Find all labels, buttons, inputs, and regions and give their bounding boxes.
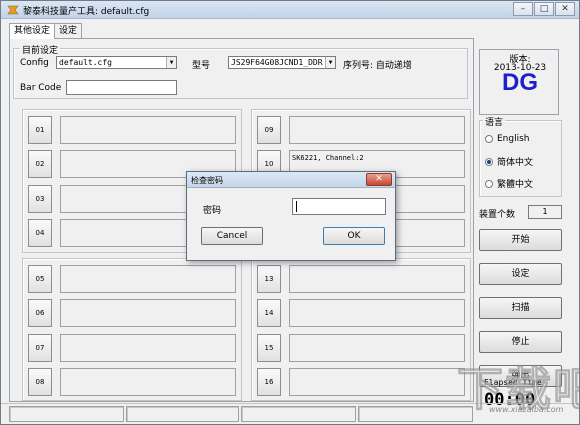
slot-button-09[interactable]: 09	[257, 116, 281, 144]
slot-button-08[interactable]: 08	[28, 368, 52, 396]
slot-status-05	[60, 265, 236, 293]
status-cell-1	[9, 406, 124, 422]
language-legend: 语言	[483, 115, 506, 128]
settings-button[interactable]: 设定	[479, 263, 562, 285]
version-panel: 版本: 2013-10-23 DG	[479, 49, 559, 115]
current-settings-legend: 目前设定	[20, 43, 61, 56]
dg-logo: DG	[502, 69, 538, 96]
model-select[interactable]: JS29F64G08JCND1_DDR ▼	[228, 56, 336, 69]
current-settings-group: 目前设定 Config default.cfg ▼ 型号 JS29F64G08J…	[13, 43, 468, 99]
slot-button-15[interactable]: 15	[257, 334, 281, 362]
ok-button[interactable]: OK	[323, 227, 385, 245]
model-value: JS29F64G08JCND1_DDR	[231, 58, 323, 67]
slot-group-4: 13 14 15 16	[251, 258, 471, 401]
slot-status-01	[60, 116, 236, 144]
maximize-button[interactable]: □	[534, 2, 554, 16]
control-column: 版本: 2013-10-23 DG 语言 English 简体中文 繁體中文 装…	[476, 23, 579, 403]
slot-button-03[interactable]: 03	[28, 185, 52, 213]
slot-status-07	[60, 334, 236, 362]
slot-button-13[interactable]: 13	[257, 265, 281, 293]
dialog-title-bar[interactable]: 检查密码 ✕	[187, 172, 395, 188]
title-bar[interactable]: 黎泰科技量产工具: default.cfg – □ ✕	[1, 1, 579, 19]
tab-other-settings[interactable]: 其他设定	[9, 23, 56, 39]
config-value: default.cfg	[59, 58, 112, 67]
close-button[interactable]: ✕	[555, 2, 575, 16]
slot-button-06[interactable]: 06	[28, 299, 52, 327]
tab-settings[interactable]: 设定	[54, 23, 83, 38]
slot-button-01[interactable]: 01	[28, 116, 52, 144]
chevron-down-icon[interactable]: ▼	[325, 57, 335, 68]
device-count-value: 1	[528, 205, 562, 219]
status-cell-3	[241, 406, 356, 422]
device-count-label: 装置个数	[479, 210, 516, 220]
language-option-label: 繁體中文	[497, 180, 534, 190]
slot-button-05[interactable]: 05	[28, 265, 52, 293]
slot-button-04[interactable]: 04	[28, 219, 52, 247]
slot-button-16[interactable]: 16	[257, 368, 281, 396]
language-option-label: 简体中文	[497, 158, 534, 168]
watermark-url: www.xiazaiba.com	[489, 405, 564, 414]
config-label: Config	[20, 58, 49, 68]
password-label: 密码	[203, 206, 222, 216]
main-window: 开罚 黎泰科技量产工具: default.cfg – □ ✕ 其他设定 设定 目…	[0, 0, 580, 425]
barcode-label: Bar Code	[20, 83, 62, 93]
start-button[interactable]: 开始	[479, 229, 562, 251]
config-select[interactable]: default.cfg ▼	[56, 56, 177, 69]
cancel-button[interactable]: Cancel	[201, 227, 263, 245]
serial-number-label: 序列号: 自动递增	[343, 61, 412, 71]
language-option-traditional-chinese[interactable]: 繁體中文	[485, 177, 533, 190]
slot-status-14	[289, 299, 465, 327]
dialog-title: 检查密码	[191, 176, 223, 185]
window-title: 黎泰科技量产工具: default.cfg	[23, 7, 150, 17]
radio-button-selected[interactable]	[485, 157, 493, 166]
password-input[interactable]	[292, 198, 386, 215]
app-logo-icon	[7, 5, 19, 15]
dialog-close-button[interactable]: ✕	[366, 173, 392, 186]
barcode-input[interactable]	[66, 80, 177, 95]
slot-status-16	[289, 368, 465, 396]
slot-status-15	[289, 334, 465, 362]
slot-status-08	[60, 368, 236, 396]
radio-button[interactable]	[485, 179, 493, 188]
language-option-english[interactable]: English	[485, 134, 530, 144]
language-group: 语言 English 简体中文 繁體中文	[479, 115, 562, 197]
slot-group-2: 05 06 07 08	[22, 258, 242, 401]
tab-strip: 其他设定 设定	[9, 23, 83, 39]
radio-button[interactable]	[485, 135, 493, 143]
status-cell-4	[358, 406, 473, 422]
stop-button[interactable]: 停止	[479, 331, 562, 353]
language-option-label: English	[497, 134, 530, 144]
password-dialog: 检查密码 ✕ 密码 Cancel OK	[186, 171, 396, 261]
window-controls: – □ ✕	[513, 2, 575, 16]
model-label: 型号	[192, 61, 211, 71]
status-cell-2	[126, 406, 239, 422]
slot-button-02[interactable]: 02	[28, 150, 52, 178]
slot-status-06	[60, 299, 236, 327]
slot-button-14[interactable]: 14	[257, 299, 281, 327]
scan-button[interactable]: 扫描	[479, 297, 562, 319]
language-option-simplified-chinese[interactable]: 简体中文	[485, 155, 533, 168]
chevron-down-icon[interactable]: ▼	[166, 57, 176, 68]
slot-status-13	[289, 265, 465, 293]
slot-status-09	[289, 116, 465, 144]
text-caret	[296, 201, 297, 212]
slot-button-07[interactable]: 07	[28, 334, 52, 362]
minimize-button[interactable]: –	[513, 2, 533, 16]
